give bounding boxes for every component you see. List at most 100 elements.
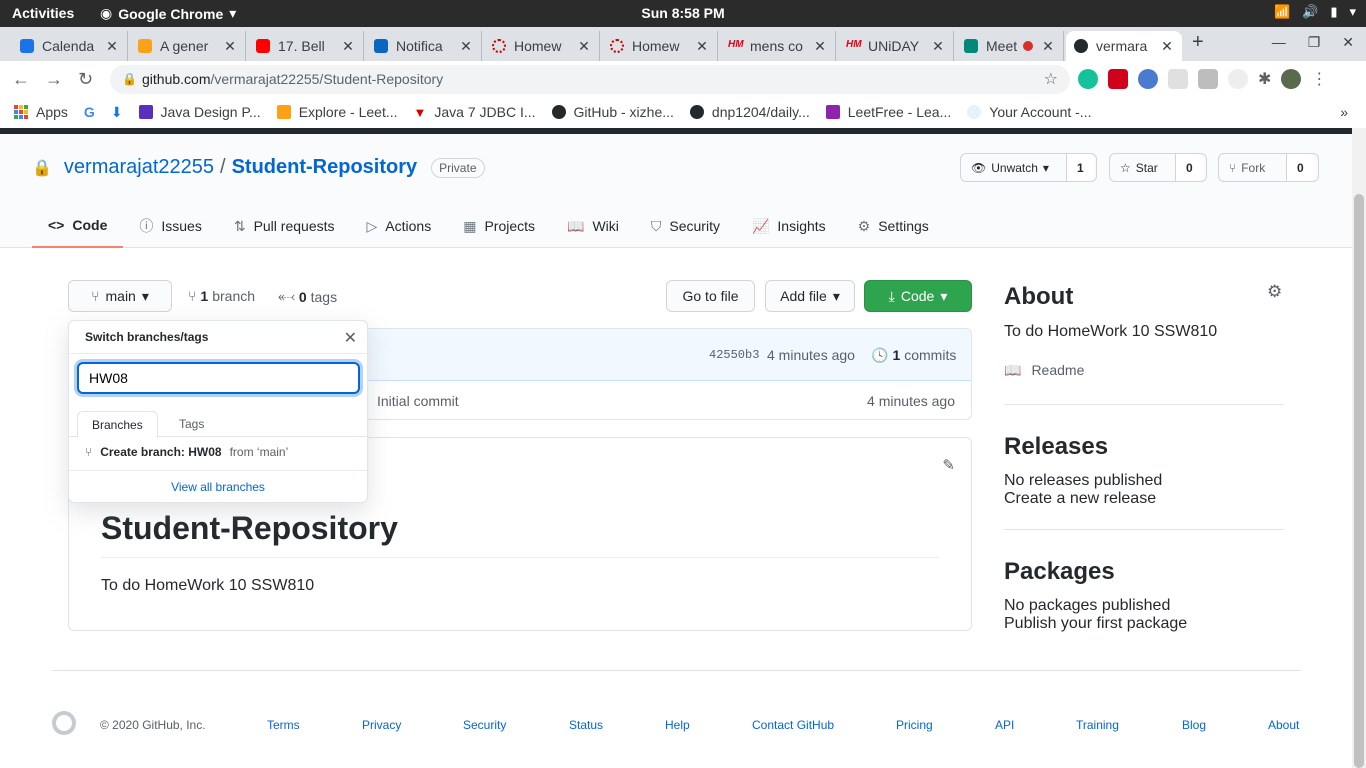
system-tray[interactable]: 📶 🔊 ▮ ▾ — [1274, 4, 1356, 20]
bookmark-item[interactable]: LeetFree - Lea... — [825, 104, 951, 120]
browser-tab-active[interactable]: vermara ✕ — [1066, 31, 1182, 61]
readme-link[interactable]: 📖 Readme — [1004, 362, 1284, 379]
repo-owner-link[interactable]: vermarajat22255 — [64, 156, 214, 179]
extension-icon[interactable] — [1138, 69, 1158, 89]
footer-link-help[interactable]: Help — [665, 718, 690, 732]
more-bookmarks-icon[interactable]: » — [1340, 104, 1348, 120]
tab-settings[interactable]: ⚙ Settings — [842, 204, 945, 248]
stars-count[interactable]: 0 — [1176, 154, 1203, 181]
watchers-count[interactable]: 1 — [1067, 154, 1094, 181]
back-icon[interactable]: ← — [12, 69, 30, 90]
footer-link-pricing[interactable]: Pricing — [896, 718, 933, 732]
branch-filter-input[interactable] — [77, 362, 360, 394]
browser-tab[interactable]: 17. Bell ✕ — [248, 31, 364, 61]
app-menu[interactable]: ◉ Google Chrome ▾ — [100, 5, 236, 22]
extension-icon[interactable] — [1228, 69, 1248, 89]
tab-security[interactable]: ⛉ Security — [635, 204, 736, 248]
maximize-icon[interactable]: ❐ — [1308, 34, 1321, 51]
packages-heading[interactable]: Packages — [1004, 558, 1284, 586]
bookmark-star-icon[interactable]: ☆ — [1044, 65, 1058, 94]
repo-name-link[interactable]: Student-Repository — [232, 156, 418, 179]
close-icon[interactable]: ✕ — [929, 38, 947, 55]
close-icon[interactable]: ✕ — [1158, 38, 1176, 55]
extension-icon[interactable] — [1198, 69, 1218, 89]
extension-icon[interactable] — [1108, 69, 1128, 89]
footer-link-contact[interactable]: Contact GitHub — [752, 718, 834, 732]
branch-select-button[interactable]: ⑂ main ▾ — [68, 280, 172, 312]
close-icon[interactable]: ✕ — [1039, 38, 1057, 55]
bookmark-google[interactable]: G — [84, 104, 95, 120]
browser-tab[interactable]: Homew ✕ — [602, 31, 718, 61]
star-button[interactable]: ☆ Star — [1110, 154, 1176, 181]
tab-actions[interactable]: ▷ Actions — [351, 204, 448, 248]
tab-projects[interactable]: ▦ Projects — [447, 204, 551, 248]
footer-link-api[interactable]: API — [995, 718, 1014, 732]
kebab-menu-icon[interactable]: ⋮ — [1311, 69, 1327, 89]
grammarly-icon[interactable] — [1078, 69, 1098, 89]
puzzle-icon[interactable]: ✱ — [1258, 69, 1271, 89]
extension-icon[interactable] — [1168, 69, 1188, 89]
bookmark-item[interactable]: GitHub - xizhe... — [551, 104, 674, 120]
bookmark-apps[interactable]: Apps — [14, 104, 68, 120]
pencil-icon[interactable]: ✎ — [942, 456, 955, 474]
footer-link-blog[interactable]: Blog — [1182, 718, 1206, 732]
close-icon[interactable]: ✕ — [103, 38, 121, 55]
tags-link[interactable]: ⬷ 0 tags — [278, 288, 337, 305]
footer-link-terms[interactable]: Terms — [267, 718, 300, 732]
create-branch-option[interactable]: ⑂ Create branch: HW08 from ‘main’ — [85, 445, 355, 459]
browser-tab[interactable]: HM mens co ✕ — [720, 31, 836, 61]
create-release-link[interactable]: Create a new release — [1004, 490, 1284, 508]
new-tab-button[interactable]: + — [1192, 31, 1204, 54]
bookmark-item[interactable]: ▼ Java 7 JDBC I... — [414, 104, 536, 120]
avatar[interactable] — [1281, 69, 1302, 89]
gear-icon[interactable]: ⚙ — [1267, 282, 1282, 302]
tab-wiki[interactable]: 📖 Wiki — [551, 204, 635, 248]
forks-count[interactable]: 0 — [1287, 154, 1314, 181]
tab-insights[interactable]: 📈 Insights — [736, 204, 842, 248]
close-window-icon[interactable]: ✕ — [1342, 34, 1354, 51]
code-download-button[interactable]: ⤓ Code ▾ — [864, 280, 972, 312]
fork-button[interactable]: ⑂ Fork — [1219, 154, 1287, 181]
bookmark-item[interactable]: Java Design P... — [138, 104, 261, 120]
unwatch-button[interactable]: 👁 Unwatch ▾ — [961, 154, 1067, 181]
footer-link-security[interactable]: Security — [463, 718, 506, 732]
branches-link[interactable]: ⑂ 1 branch — [188, 288, 255, 304]
address-bar[interactable]: 🔒 github.com/vermarajat22255/Student-Rep… — [110, 65, 1070, 94]
commit-sha[interactable]: 42550b3 — [709, 348, 759, 362]
file-commit-message[interactable]: Initial commit — [377, 393, 459, 409]
commits-link[interactable]: 🕓 1 commits — [871, 347, 956, 364]
close-icon[interactable]: ✕ — [575, 38, 593, 55]
tab-tags[interactable]: Tags — [165, 411, 218, 438]
browser-tab[interactable]: Notifica ✕ — [366, 31, 482, 61]
browser-tab[interactable]: Calenda ✕ — [12, 31, 128, 61]
bookmark-download[interactable]: ⬇ — [111, 104, 123, 121]
bookmark-item[interactable]: Your Account -... — [967, 104, 1091, 120]
tab-code[interactable]: <> Code — [32, 204, 124, 248]
footer-link-status[interactable]: Status — [569, 718, 603, 732]
bookmark-item[interactable]: Explore - Leet... — [276, 104, 398, 120]
close-icon[interactable]: ✕ — [693, 38, 711, 55]
go-to-file-button[interactable]: Go to file — [666, 280, 755, 312]
footer-link-privacy[interactable]: Privacy — [362, 718, 401, 732]
close-icon[interactable]: ✕ — [457, 38, 475, 55]
close-icon[interactable]: ✕ — [339, 38, 357, 55]
close-icon[interactable]: ✕ — [811, 38, 829, 55]
activities-button[interactable]: Activities — [12, 5, 74, 21]
reload-icon[interactable]: ↻ — [78, 69, 93, 90]
close-icon[interactable]: ✕ — [344, 328, 357, 348]
releases-heading[interactable]: Releases — [1004, 433, 1284, 461]
close-icon[interactable]: ✕ — [221, 38, 239, 55]
footer-link-about[interactable]: About — [1268, 718, 1299, 732]
tab-issues[interactable]: ⓘ Issues — [123, 204, 217, 248]
tab-branches[interactable]: Branches — [77, 411, 158, 438]
bookmark-item[interactable]: dnp1204/daily... — [689, 104, 810, 120]
browser-tab[interactable]: A gener ✕ — [130, 31, 246, 61]
browser-tab[interactable]: HM UNiDAY ✕ — [838, 31, 954, 61]
scrollbar[interactable] — [1352, 128, 1366, 768]
view-all-branches-link[interactable]: View all branches — [69, 470, 367, 503]
publish-package-link[interactable]: Publish your first package — [1004, 615, 1284, 633]
browser-tab[interactable]: Meet ✕ — [956, 31, 1064, 61]
minimize-icon[interactable]: — — [1272, 34, 1286, 51]
github-mark-icon[interactable] — [52, 711, 76, 735]
scrollbar-thumb[interactable] — [1354, 194, 1364, 768]
